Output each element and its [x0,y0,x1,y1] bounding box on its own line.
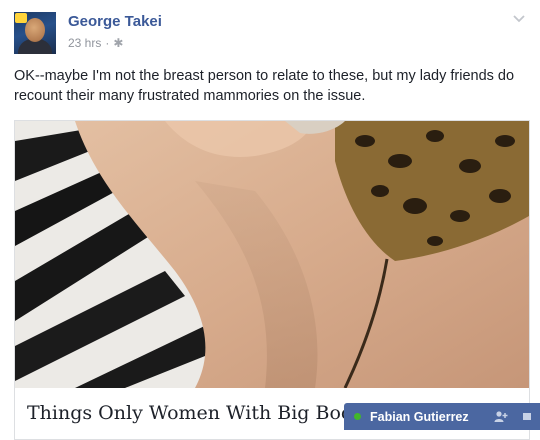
post-time-separator: · [105,36,110,50]
link-title[interactable]: Things Only Women With Big Boobs [27,402,374,424]
post-timestamp: 23 hrs · ✱ [68,36,123,50]
chat-tab[interactable]: Fabian Gutierrez [344,403,540,430]
author-name-link[interactable]: George Takei [68,13,162,30]
post-message: OK--maybe I'm not the breast person to r… [14,68,515,104]
chevron-down-icon[interactable] [512,12,526,26]
avatar-face [25,18,45,42]
avatar-badge [15,13,27,23]
online-status-dot [354,413,361,420]
author-avatar[interactable] [14,12,56,54]
chat-tab-icons [494,410,534,423]
add-friend-icon[interactable] [494,410,508,423]
post-header: George Takei 23 hrs · ✱ [14,12,526,58]
settings-gear-icon[interactable] [520,410,534,423]
post-time-text[interactable]: 23 hrs [68,36,101,50]
link-preview-card[interactable]: Things Only Women With Big Boobs [14,120,530,440]
privacy-gear-icon[interactable]: ✱ [113,36,123,50]
chat-contact-name[interactable]: Fabian Gutierrez [370,410,469,424]
link-preview-image[interactable] [15,121,529,388]
